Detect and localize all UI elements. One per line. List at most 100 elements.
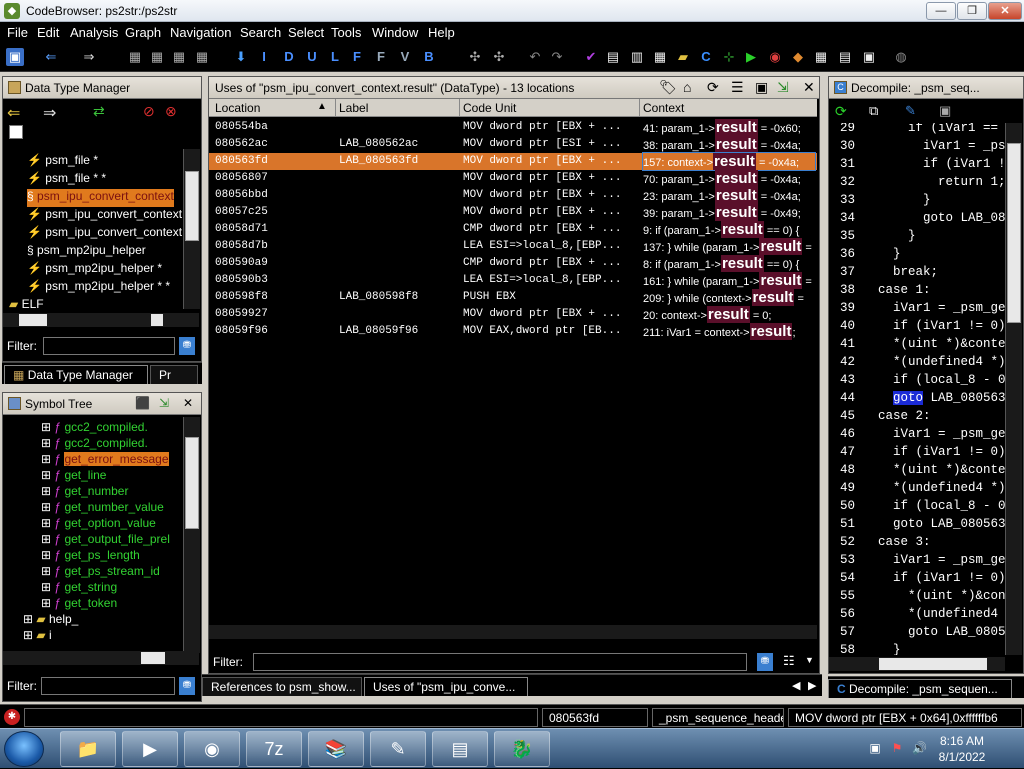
table-row[interactable]: 080598f8 LAB_080598f8 PUSH EBX 209: } while… bbox=[209, 289, 817, 306]
nav-icon-4[interactable]: ▦ bbox=[193, 48, 211, 66]
scroll-thumb[interactable] bbox=[879, 658, 987, 670]
7zip-icon[interactable]: 7z bbox=[246, 731, 302, 767]
bytes-icon[interactable]: ▦ bbox=[651, 48, 669, 66]
filter-options-icon[interactable]: ⛃ bbox=[179, 337, 195, 355]
symbol-tree-hscrollbar[interactable] bbox=[3, 651, 199, 665]
forward-arrow-icon[interactable]: ⇒ bbox=[43, 103, 56, 123]
nav-icon[interactable]: ▦ bbox=[126, 48, 144, 66]
tab-references[interactable]: References to psm_show... bbox=[202, 677, 362, 696]
scroll-thumb[interactable] bbox=[19, 314, 47, 326]
media-player-icon[interactable]: ▶ bbox=[122, 731, 178, 767]
edit-icon[interactable]: ✎ bbox=[905, 103, 916, 119]
collapse-icon[interactable] bbox=[9, 125, 23, 139]
table-row[interactable]: 08059927 MOV dword ptr [EBX + ... 20: cont… bbox=[209, 306, 817, 323]
tab-scroll-left-icon[interactable]: ◀ bbox=[792, 679, 800, 692]
tree-item[interactable]: ⚡ psm_mp2ipu_helper * * bbox=[27, 279, 170, 297]
back-arrow-icon[interactable]: ⇐ bbox=[42, 48, 60, 66]
ghidra-icon[interactable]: 🐉 bbox=[494, 731, 550, 767]
terminal-icon[interactable]: ▤ bbox=[432, 731, 488, 767]
start-button[interactable] bbox=[4, 731, 44, 767]
function-nav-button-2[interactable]: F bbox=[372, 48, 390, 66]
filter-options-icon[interactable]: ⛃ bbox=[179, 677, 195, 695]
tree-folder[interactable]: ⊞ ▰ i bbox=[23, 628, 52, 646]
column-location[interactable]: Location bbox=[215, 101, 260, 115]
filter-off-icon[interactable]: ⊗ bbox=[165, 103, 177, 120]
close-button[interactable]: ✕ bbox=[988, 2, 1022, 20]
data-nav-button[interactable]: D bbox=[280, 48, 298, 66]
decompiled-code[interactable]: 29 if (iVar1 == 0 30 iVar1 = _psm 31 if (i… bbox=[829, 123, 1005, 655]
snapshot-icon[interactable]: ▣ bbox=[755, 79, 768, 96]
scroll-thumb[interactable] bbox=[185, 171, 199, 241]
dtm-hscrollbar[interactable] bbox=[3, 313, 199, 327]
column-divider[interactable] bbox=[639, 99, 640, 117]
tab-decompile[interactable]: C Decompile: _psm_sequen... bbox=[828, 679, 1012, 698]
label-nav-button[interactable]: L bbox=[326, 48, 344, 66]
menu-analysis[interactable]: Analysis bbox=[70, 25, 118, 40]
symbol-tree-filter-input[interactable] bbox=[41, 677, 175, 695]
window-icon[interactable]: ▣ bbox=[860, 48, 878, 66]
nav-icon-3[interactable]: ▦ bbox=[170, 48, 188, 66]
column-divider[interactable] bbox=[335, 99, 336, 117]
network-icon[interactable]: ▣ bbox=[868, 741, 882, 755]
undefined-nav-button[interactable]: U bbox=[303, 48, 321, 66]
navigate-icon[interactable]: ⇲ bbox=[777, 79, 789, 96]
tool-icon[interactable]: ✣ bbox=[466, 48, 484, 66]
function-graph-icon[interactable]: ⊹ bbox=[720, 48, 738, 66]
table-row[interactable]: 080562ac LAB_080562ac MOV dword ptr [ESI +… bbox=[209, 136, 817, 153]
menu-help[interactable]: Help bbox=[428, 25, 455, 40]
clock[interactable]: 8:16 AM 8/1/2022 bbox=[912, 733, 1012, 765]
help-icon[interactable]: ◍ bbox=[892, 48, 910, 66]
dtm-filter-input[interactable] bbox=[43, 337, 175, 355]
references-filter-input[interactable] bbox=[253, 653, 747, 671]
tree-item[interactable]: ⚡ psm_ipu_convert_context bbox=[27, 225, 182, 243]
tag-icon[interactable]: 🏷 bbox=[659, 79, 677, 96]
tree-item[interactable]: ⚡ psm_mp2ipu_helper * bbox=[27, 261, 162, 279]
tab-data-type-manager[interactable]: ▦ Data Type Manager bbox=[4, 365, 148, 384]
menu-edit[interactable]: Edit bbox=[37, 25, 59, 40]
bookmark-nav-button[interactable]: B bbox=[420, 48, 438, 66]
navigate-icon[interactable]: ⇲ bbox=[159, 396, 169, 410]
decompile-hscrollbar[interactable] bbox=[829, 657, 1005, 671]
tool-icon-2[interactable]: ✣ bbox=[490, 48, 508, 66]
run-icon[interactable]: ▶ bbox=[742, 48, 760, 66]
column-label[interactable]: Label bbox=[339, 101, 368, 115]
scroll-thumb[interactable] bbox=[141, 652, 165, 664]
table-row[interactable]: 08056bbd MOV dword ptr [EBX + ... 23: para… bbox=[209, 187, 817, 204]
menu-window[interactable]: Window bbox=[372, 25, 418, 40]
title-bar[interactable]: ◆ CodeBrowser: ps2str:/ps2str — ❐ ✕ bbox=[0, 0, 1024, 22]
table-row[interactable]: 080554ba MOV dword ptr [EBX + ... 41: para… bbox=[209, 119, 817, 136]
new-namespace-icon[interactable]: ⬛ bbox=[135, 396, 150, 410]
menu-graph[interactable]: Graph bbox=[125, 25, 161, 40]
table-row[interactable]: 08057c25 MOV dword ptr [EBX + ... 39: para… bbox=[209, 204, 817, 221]
sort-icon[interactable]: ▲ bbox=[317, 101, 327, 112]
table-row[interactable]: 080590b3 LEA ESI=>local_8,[EBP... 161: } w… bbox=[209, 272, 817, 289]
memory-icon[interactable]: ◆ bbox=[789, 48, 807, 66]
column-context[interactable]: Context bbox=[643, 101, 684, 115]
tab-scroll-right-icon[interactable]: ▶ bbox=[808, 679, 816, 692]
nav-icon-2[interactable]: ▦ bbox=[148, 48, 166, 66]
ghidra-status-icon[interactable]: ✱ bbox=[4, 709, 20, 725]
list-icon[interactable]: ☰ bbox=[731, 79, 744, 96]
table-row[interactable]: 08058d7b LEA ESI=>local_8,[EBP... 137: } w… bbox=[209, 238, 817, 255]
references-hscrollbar[interactable] bbox=[209, 625, 817, 639]
notepad-icon[interactable]: ✎ bbox=[370, 731, 426, 767]
table-row[interactable]: 08059f96 LAB_08059f96 MOV EAX,dword ptr [E… bbox=[209, 323, 817, 340]
forward-arrow-icon[interactable]: ⇒ bbox=[80, 48, 98, 66]
no-symbol-icon[interactable]: ⊘ bbox=[143, 103, 155, 120]
save-icon[interactable]: ▣ bbox=[6, 48, 24, 66]
maximize-button[interactable]: ❐ bbox=[957, 2, 987, 20]
settings-icon[interactable]: ☷ bbox=[783, 653, 795, 669]
copy-icon[interactable]: ⧉ bbox=[869, 103, 878, 119]
menu-search[interactable]: Search bbox=[240, 25, 281, 40]
dtm-vscrollbar[interactable] bbox=[183, 149, 200, 309]
column-code-unit[interactable]: Code Unit bbox=[463, 101, 516, 115]
menu-tools[interactable]: Tools bbox=[331, 25, 361, 40]
tree-item-selected[interactable]: § psm_ipu_convert_context bbox=[27, 189, 174, 207]
symbol-tree-vscrollbar[interactable] bbox=[183, 417, 200, 653]
undo-icon[interactable]: ↶ bbox=[526, 48, 544, 66]
home-icon[interactable]: ⌂ bbox=[683, 79, 691, 95]
tree-item[interactable]: ⚡ psm_file * * bbox=[27, 171, 106, 189]
panel-close-icon[interactable]: ✕ bbox=[803, 79, 815, 96]
refresh-icon[interactable]: ⟳ bbox=[707, 79, 719, 96]
decompile-vscrollbar[interactable] bbox=[1005, 123, 1022, 655]
